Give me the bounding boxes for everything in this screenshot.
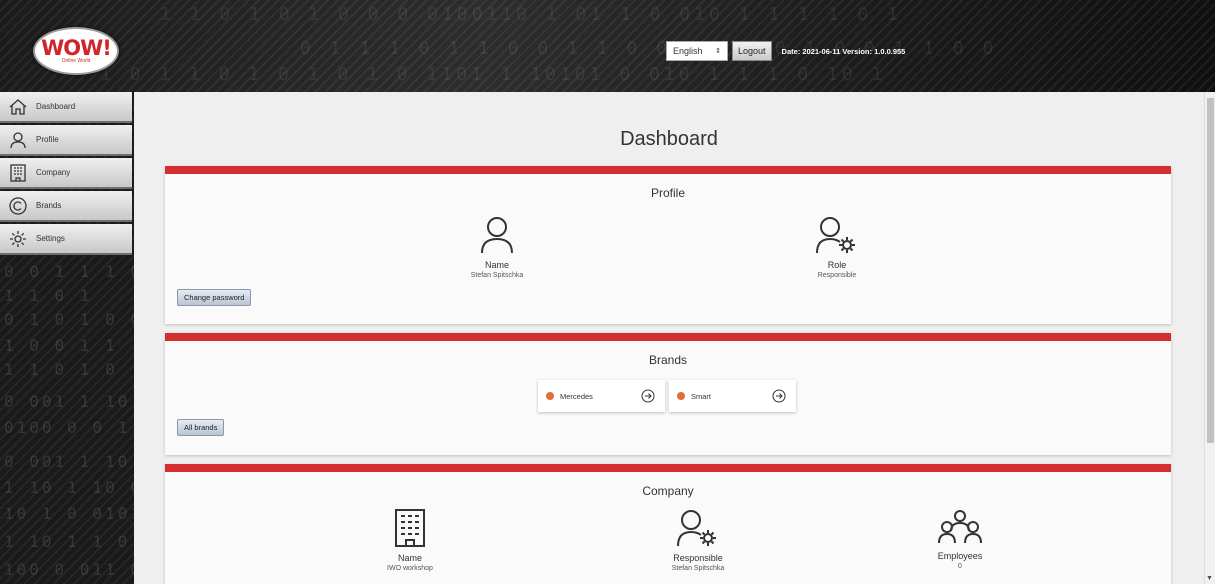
change-password-button[interactable]: Change password — [177, 289, 252, 306]
header-decoration: 1 0 1 1 0 1 0 1 0 1 0 1101 1 10101 0 010… — [100, 64, 887, 85]
sidebar-decoration: 0 1 0 1 0 0 — [4, 310, 134, 329]
page-title: Dashboard — [620, 128, 718, 150]
scroll-down-icon[interactable]: ▼ — [1206, 575, 1213, 582]
company-employees-value: 0 — [958, 563, 962, 570]
all-brands-button[interactable]: All brands — [177, 419, 225, 436]
brands-card-title: Brands — [648, 353, 688, 367]
arrow-right-circle-icon[interactable] — [641, 389, 655, 403]
profile-role-value: Responsible — [817, 272, 857, 279]
main-content: Dashboard Profile Name Stefan Spitschka … — [134, 92, 1204, 584]
building-icon — [6, 161, 30, 185]
profile-name-field: Name Stefan Spitschka — [427, 216, 567, 279]
company-employees-label: Employees — [937, 551, 983, 561]
sidebar-item-profile[interactable]: Profile — [0, 125, 132, 156]
brand-item-mercedes[interactable]: Mercedes — [538, 380, 665, 412]
company-name-value: IWO workshop — [387, 565, 433, 572]
sidebar-item-label: Profile — [36, 135, 59, 144]
company-card-title: Company — [642, 484, 694, 498]
brands-card: Brands Mercedes Smart All brands — [165, 333, 1171, 455]
user-icon — [480, 216, 514, 259]
sidebar-decoration: 100 0 011 0 — [4, 560, 134, 579]
select-arrows-icon: ⇕ — [715, 48, 721, 55]
profile-role-label: Role — [827, 260, 847, 270]
logo-tagline: Online World — [61, 58, 91, 64]
company-name-field: Name IWO workshop — [340, 509, 480, 572]
sidebar-decoration: 10 1 0 0101 — [4, 504, 134, 523]
profile-name-label: Name — [484, 260, 509, 270]
company-card: Company Name IWO workshop Responsible St… — [165, 464, 1171, 584]
company-responsible-field: Responsible Stefan Spitschka — [628, 509, 768, 572]
brand-name: Mercedes — [560, 391, 593, 401]
sidebar-item-label: Brands — [36, 201, 62, 210]
user-icon — [6, 128, 30, 152]
sidebar-item-label: Company — [36, 168, 71, 177]
building-icon — [393, 509, 427, 552]
company-employees-field: Employees 0 — [890, 509, 1030, 570]
sidebar-decoration: 1 1 0 1 0 — [4, 360, 118, 379]
user-settings-icon — [816, 216, 858, 259]
brand-status-dot — [677, 392, 685, 400]
company-name-label: Name — [397, 553, 422, 563]
header-decoration: 1 1 0 1 0 1 0 0 0 0100110 1 01 1 0 010 1… — [160, 4, 902, 25]
sidebar-item-label: Settings — [36, 234, 65, 243]
home-icon — [6, 95, 30, 119]
profile-name-value: Stefan Spitschka — [470, 272, 524, 279]
company-responsible-label: Responsible — [673, 553, 723, 563]
profile-card-title: Profile — [650, 186, 685, 200]
wow-logo[interactable]: WOW! Online World — [33, 27, 119, 75]
group-icon — [938, 509, 982, 550]
sidebar-decoration: 0 001 1 10 — [4, 392, 131, 411]
sidebar-decoration: 1 1 0 1 — [4, 286, 93, 305]
brand-item-smart[interactable]: Smart — [669, 380, 796, 412]
language-value: English — [673, 46, 703, 56]
brand-status-dot — [546, 392, 554, 400]
sidebar-item-brands[interactable]: Brands — [0, 191, 132, 222]
sidebar-decoration: 1 0 0 1 1 — [4, 336, 118, 355]
sidebar-item-label: Dashboard — [36, 102, 76, 111]
sidebar-item-dashboard[interactable]: Dashboard — [0, 92, 132, 123]
date-version-info: Date: 2021-06-11 Version: 1.0.0.955 — [781, 46, 906, 56]
app-header: 1 1 0 1 0 1 0 0 0 0100110 1 01 1 0 010 1… — [0, 0, 1215, 92]
sidebar-decoration: 0100 0 0 1 1 — [4, 418, 134, 437]
sidebar: 0 0 1 1 1 0 1 1 0 1 0 1 0 1 0 0 1 0 0 1 … — [0, 92, 134, 584]
sidebar-decoration: 1 10 1 1 0 0 — [4, 532, 134, 551]
company-responsible-value: Stefan Spitschka — [671, 565, 725, 572]
logout-button[interactable]: Logout — [732, 41, 772, 61]
language-select[interactable]: English ⇕ — [666, 41, 728, 61]
gear-icon — [6, 227, 30, 251]
sidebar-decoration: 0 0 1 1 1 0 — [4, 262, 134, 281]
logo-text: WOW! — [41, 36, 112, 60]
arrow-right-circle-icon[interactable] — [772, 389, 786, 403]
user-settings-icon — [677, 509, 719, 552]
sidebar-item-settings[interactable]: Settings — [0, 224, 132, 255]
scrollbar-thumb[interactable] — [1207, 98, 1214, 443]
sidebar-decoration: 0 001 1 10 — [4, 452, 131, 471]
vertical-scrollbar[interactable]: ▼ — [1204, 92, 1215, 584]
header-controls: English ⇕ Logout Date: 2021-06-11 Versio… — [666, 41, 905, 61]
sidebar-decoration: 1 10 1 10 0 — [4, 478, 134, 497]
profile-card: Profile Name Stefan Spitschka Role Respo… — [165, 166, 1171, 324]
sidebar-item-company[interactable]: Company — [0, 158, 132, 189]
profile-role-field: Role Responsible — [767, 216, 907, 279]
copyright-icon — [6, 194, 30, 218]
brand-name: Smart — [691, 391, 712, 401]
